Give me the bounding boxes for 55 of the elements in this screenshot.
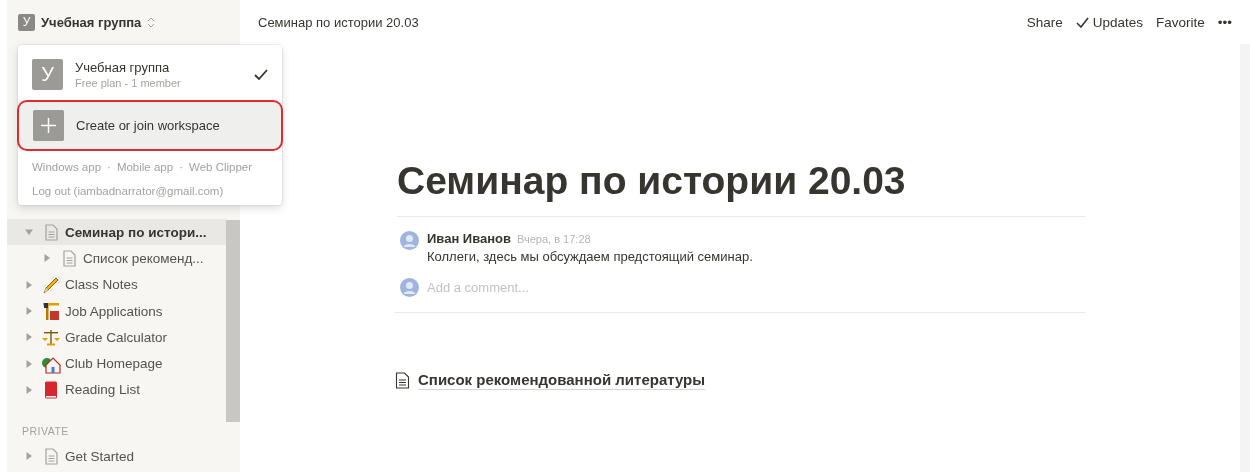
sidebar-item-title: Grade Calculator	[65, 329, 168, 345]
caret-icon	[25, 452, 33, 461]
page-icon	[395, 372, 410, 389]
comment-time: Вчера, в 17:28	[517, 233, 591, 245]
check-icon	[254, 69, 268, 80]
sidebar-item-title: Список рекоменд...	[83, 250, 204, 266]
avatar-icon	[400, 231, 419, 250]
caret-icon	[25, 333, 33, 342]
caret-icon	[25, 228, 33, 237]
sidebar-item-title: Reading List	[65, 382, 141, 398]
create-workspace-button[interactable]: Create or join workspace	[19, 102, 281, 149]
sidebar-item[interactable]: Reading List	[7, 376, 226, 404]
link-separator: ·	[179, 161, 183, 173]
caret-icon	[25, 307, 33, 316]
toolbar-action[interactable]: Updates	[1075, 14, 1144, 30]
workspace-icon: У	[32, 59, 63, 90]
toolbar-action[interactable]: Favorite	[1156, 14, 1205, 30]
subpage-link[interactable]: Список рекомендованной литературы	[418, 371, 706, 390]
sidebar-item[interactable]: Семинар по истори...	[7, 219, 226, 246]
link-separator: ·	[107, 161, 111, 173]
sidebar-item-title: Get Started	[65, 448, 135, 464]
scrollbar[interactable]	[226, 220, 240, 422]
caret-icon	[43, 254, 51, 263]
updown-icon	[147, 16, 156, 28]
workspace-option[interactable]: У Учебная группа Free plan - 1 member	[18, 51, 282, 98]
scales-icon	[41, 327, 61, 348]
plus-icon	[33, 110, 64, 141]
section-label: PRIVATE	[21, 424, 70, 440]
caret-icon	[25, 359, 33, 368]
sidebar-item[interactable]: Job Applications	[7, 297, 226, 325]
check-icon	[1075, 16, 1089, 28]
crane-icon	[41, 301, 61, 322]
comment-author: Иван Иванов	[427, 231, 512, 246]
workspace-switcher[interactable]: У Учебная группа	[7, 0, 240, 31]
sidebar-item[interactable]: Список рекоменд...	[7, 245, 226, 272]
workspace-name: Учебная группа	[41, 14, 142, 30]
sidebar-item[interactable]: Grade Calculator	[7, 324, 226, 351]
sidebar-item-title: Job Applications	[65, 303, 163, 319]
sidebar-item-title: Семинар по истори...	[65, 224, 207, 240]
breadcrumb[interactable]: Семинар по истории 20.03	[258, 14, 1027, 30]
avatar-icon	[400, 278, 419, 297]
comment-text: Коллеги, здесь мы обсуждаем предстоящий семинар.	[427, 249, 753, 264]
page-title: Семинар по истории 20.03	[397, 159, 1085, 217]
caret-icon	[25, 280, 33, 289]
sidebar-item-title: Club Homepage	[65, 356, 163, 372]
sidebar-item[interactable]: Club Homepage	[7, 350, 226, 377]
sidebar-item[interactable]: Class Notes	[7, 271, 226, 298]
sidebar-item-title: Class Notes	[65, 277, 138, 293]
workspace-name: Учебная группа	[75, 60, 171, 75]
workspace-plan: Free plan - 1 member	[75, 77, 182, 89]
sidebar-item[interactable]: Get Started	[7, 443, 226, 470]
caret-icon	[25, 385, 33, 394]
toolbar-action[interactable]: •••	[1217, 14, 1232, 30]
workspace-icon: У	[18, 13, 35, 31]
toolbar-action[interactable]: Share	[1026, 14, 1063, 30]
